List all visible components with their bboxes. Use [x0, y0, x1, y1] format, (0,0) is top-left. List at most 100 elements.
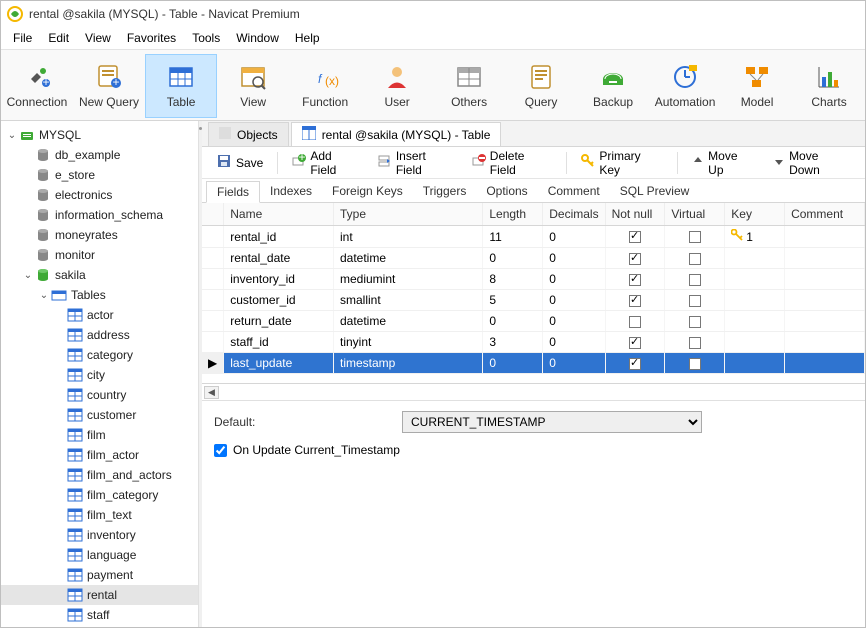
- tool-table[interactable]: Table: [145, 54, 217, 118]
- on-update-checkbox[interactable]: [214, 444, 227, 457]
- insert-field-button[interactable]: Insert Field: [370, 146, 462, 180]
- notnull-checkbox[interactable]: [629, 358, 641, 370]
- cell-comment[interactable]: [785, 311, 865, 332]
- cell-decimals[interactable]: 0: [543, 332, 605, 353]
- tool-view[interactable]: View: [217, 54, 289, 118]
- column-header-key[interactable]: Key: [725, 203, 785, 226]
- field-row-return_date[interactable]: return_datedatetime00: [202, 311, 865, 332]
- tree-db-e_store[interactable]: e_store: [1, 165, 198, 185]
- virtual-checkbox[interactable]: [689, 316, 701, 328]
- scroll-left-icon[interactable]: ◀: [204, 386, 219, 399]
- column-header-comment[interactable]: Comment: [785, 203, 865, 226]
- cell-comment[interactable]: [785, 290, 865, 311]
- tool-model[interactable]: Model: [721, 54, 793, 118]
- column-header-decimals[interactable]: Decimals: [543, 203, 605, 226]
- subtab-indexes[interactable]: Indexes: [260, 181, 322, 201]
- cell-comment[interactable]: [785, 332, 865, 353]
- cell-decimals[interactable]: 0: [543, 290, 605, 311]
- tree-db-information_schema[interactable]: information_schema: [1, 205, 198, 225]
- tree-connection-mysql[interactable]: ⌄MYSQL: [1, 125, 198, 145]
- cell-type[interactable]: datetime: [333, 311, 482, 332]
- cell-name[interactable]: rental_date: [224, 248, 334, 269]
- cell-name[interactable]: rental_id: [224, 226, 334, 248]
- cell-key[interactable]: [725, 248, 785, 269]
- menu-window[interactable]: Window: [228, 29, 287, 47]
- cell-type[interactable]: datetime: [333, 248, 482, 269]
- cell-decimals[interactable]: 0: [543, 269, 605, 290]
- column-header-virtual[interactable]: Virtual: [665, 203, 725, 226]
- cell-length[interactable]: 3: [483, 332, 543, 353]
- horizontal-scrollbar[interactable]: ◀: [202, 383, 865, 400]
- notnull-checkbox[interactable]: [629, 274, 641, 286]
- cell-length[interactable]: 11: [483, 226, 543, 248]
- field-row-staff_id[interactable]: staff_idtinyint30: [202, 332, 865, 353]
- cell-decimals[interactable]: 0: [543, 353, 605, 374]
- menu-help[interactable]: Help: [287, 29, 328, 47]
- subtab-options[interactable]: Options: [476, 181, 537, 201]
- cell-name[interactable]: inventory_id: [224, 269, 334, 290]
- field-row-inventory_id[interactable]: inventory_idmediumint80: [202, 269, 865, 290]
- cell-length[interactable]: 0: [483, 353, 543, 374]
- subtab-fields[interactable]: Fields: [206, 181, 260, 203]
- cell-comment[interactable]: [785, 248, 865, 269]
- delete-field-button[interactable]: Delete Field: [464, 146, 561, 180]
- subtab-triggers[interactable]: Triggers: [413, 181, 477, 201]
- tree-table-city[interactable]: city: [1, 365, 198, 385]
- cell-type[interactable]: timestamp: [333, 353, 482, 374]
- tree-table-film_text[interactable]: film_text: [1, 505, 198, 525]
- menu-tools[interactable]: Tools: [184, 29, 228, 47]
- virtual-checkbox[interactable]: [689, 337, 701, 349]
- tree-table-address[interactable]: address: [1, 325, 198, 345]
- tree-table-staff[interactable]: staff: [1, 605, 198, 625]
- virtual-checkbox[interactable]: [689, 231, 701, 243]
- tool-query[interactable]: Query: [505, 54, 577, 118]
- tool-function[interactable]: f(x) Function: [289, 54, 361, 118]
- notnull-checkbox[interactable]: [629, 253, 641, 265]
- tree-table-film_actor[interactable]: film_actor: [1, 445, 198, 465]
- cell-key[interactable]: [725, 311, 785, 332]
- tree-db-sakila[interactable]: ⌄sakila: [1, 265, 198, 285]
- notnull-checkbox[interactable]: [629, 337, 641, 349]
- virtual-checkbox[interactable]: [689, 253, 701, 265]
- fields-grid[interactable]: NameTypeLengthDecimalsNot nullVirtualKey…: [202, 203, 865, 383]
- tree-table-actor[interactable]: actor: [1, 305, 198, 325]
- save-button[interactable]: Save: [208, 150, 271, 175]
- notnull-checkbox[interactable]: [629, 231, 641, 243]
- field-row-last_update[interactable]: ▶last_updatetimestamp00: [202, 353, 865, 374]
- cell-name[interactable]: staff_id: [224, 332, 334, 353]
- cell-type[interactable]: int: [333, 226, 482, 248]
- tree-table-rental[interactable]: rental: [1, 585, 198, 605]
- tree-table-language[interactable]: language: [1, 545, 198, 565]
- tree-db-moneyrates[interactable]: moneyrates: [1, 225, 198, 245]
- cell-length[interactable]: 0: [483, 248, 543, 269]
- menu-view[interactable]: View: [77, 29, 119, 47]
- column-header-length[interactable]: Length: [483, 203, 543, 226]
- tree-table-inventory[interactable]: inventory: [1, 525, 198, 545]
- tree-table-film[interactable]: film: [1, 425, 198, 445]
- cell-key[interactable]: 1: [725, 226, 785, 248]
- field-row-rental_date[interactable]: rental_datedatetime00: [202, 248, 865, 269]
- tool-charts[interactable]: Charts: [793, 54, 865, 118]
- column-header-type[interactable]: Type: [333, 203, 482, 226]
- virtual-checkbox[interactable]: [689, 295, 701, 307]
- cell-length[interactable]: 5: [483, 290, 543, 311]
- tool-user[interactable]: User: [361, 54, 433, 118]
- tree-table-category[interactable]: category: [1, 345, 198, 365]
- cell-type[interactable]: mediumint: [333, 269, 482, 290]
- tool-new-query[interactable]: + New Query: [73, 54, 145, 118]
- tree-table-country[interactable]: country: [1, 385, 198, 405]
- cell-type[interactable]: smallint: [333, 290, 482, 311]
- tree-table-film_and_actors[interactable]: film_and_actors: [1, 465, 198, 485]
- cell-name[interactable]: return_date: [224, 311, 334, 332]
- notnull-checkbox[interactable]: [629, 295, 641, 307]
- cell-key[interactable]: [725, 332, 785, 353]
- cell-decimals[interactable]: 0: [543, 311, 605, 332]
- virtual-checkbox[interactable]: [689, 274, 701, 286]
- tool-others[interactable]: Others: [433, 54, 505, 118]
- add-field-button[interactable]: + Add Field: [284, 146, 367, 180]
- on-update-label[interactable]: On Update Current_Timestamp: [233, 443, 400, 457]
- menu-edit[interactable]: Edit: [40, 29, 77, 47]
- tree-table-store[interactable]: store: [1, 625, 198, 627]
- tree-db-electronics[interactable]: electronics: [1, 185, 198, 205]
- field-row-customer_id[interactable]: customer_idsmallint50: [202, 290, 865, 311]
